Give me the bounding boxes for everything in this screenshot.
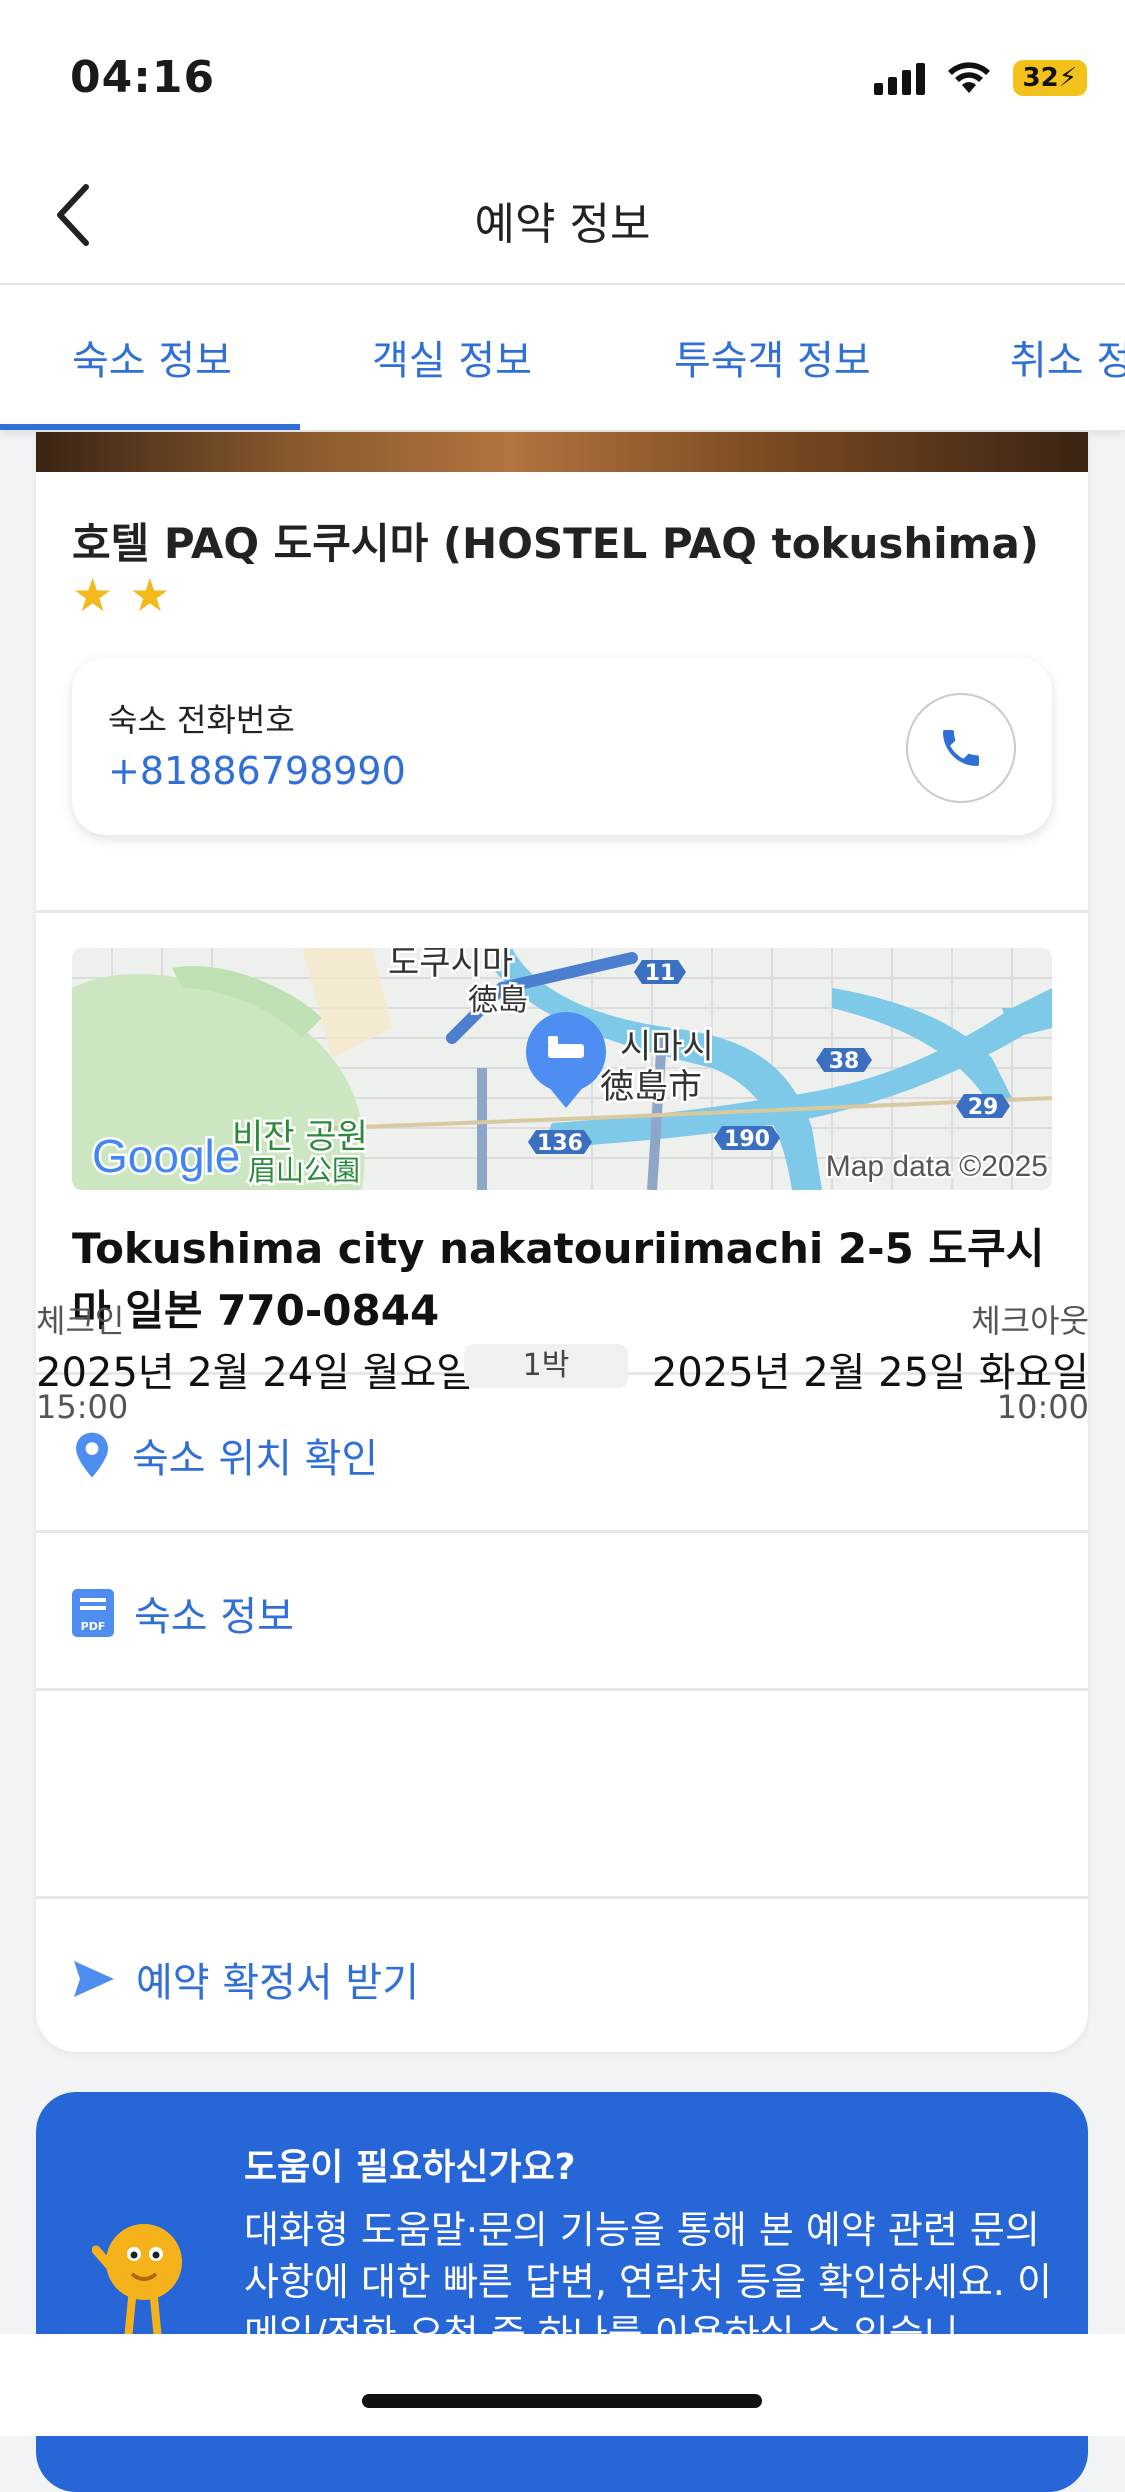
hotel-name: 호텔 PAQ 도쿠시마 (HOSTEL PAQ tokushima) <box>72 519 1039 568</box>
map-label: 비잔 공원 <box>232 1117 368 1157</box>
property-info-pdf-link[interactable]: PDF 숙소 정보 <box>72 1584 294 1642</box>
top-nav-bar: 예약 정보 <box>0 150 1125 285</box>
checkout-time: 10:00 <box>996 1388 1089 1426</box>
star-icon: ★ <box>129 568 171 622</box>
checkin-time: 15:00 <box>36 1388 129 1426</box>
view-location-label: 숙소 위치 확인 <box>132 1436 379 1482</box>
road-number: 38 <box>829 1049 860 1074</box>
checkin-label: 체크인 <box>36 1302 125 1340</box>
map-label: 徳島市 <box>600 1067 702 1107</box>
status-time: 04:16 <box>70 52 216 103</box>
tab-guest-info[interactable]: 투숙객 정보 <box>674 328 871 386</box>
tab-room-info[interactable]: 객실 정보 <box>372 328 532 386</box>
cellular-signal-icon <box>873 61 925 95</box>
divider <box>36 1896 1088 1899</box>
bottom-safe-area <box>0 2334 1125 2436</box>
phone-panel: 숙소 전화번호 +81886798990 <box>72 657 1052 835</box>
location-pin-icon <box>76 1432 108 1478</box>
road-number: 11 <box>645 961 676 986</box>
phone-number-link[interactable]: +81886798990 <box>108 749 406 793</box>
wifi-icon <box>947 62 990 93</box>
send-arrow-icon <box>74 1961 114 1997</box>
map-attribution: Map data ©2025 <box>826 1150 1048 1183</box>
view-location-link[interactable]: 숙소 위치 확인 <box>72 1426 378 1484</box>
star-rating: ★ ★ <box>72 572 171 618</box>
get-confirmation-label: 예약 확정서 받기 <box>136 1960 420 2006</box>
get-confirmation-link[interactable]: 예약 확정서 받기 <box>72 1950 419 2008</box>
divider <box>36 1530 1088 1533</box>
road-number: 136 <box>537 1131 583 1156</box>
map-label: 眉山公園 <box>248 1154 360 1187</box>
phone-label: 숙소 전화번호 <box>108 701 295 739</box>
hotel-photo <box>36 432 1088 472</box>
mascot-icon <box>92 2224 182 2344</box>
road-number: 29 <box>968 1095 999 1120</box>
battery-icon: 32⚡ <box>1012 60 1087 96</box>
hotel-address: Tokushima city nakatouriimachi 2-5 도쿠시마 … <box>72 1224 1045 1335</box>
property-card: 호텔 PAQ 도쿠시마 (HOSTEL PAQ tokushima) ★ ★ 숙… <box>36 432 1088 2052</box>
page-title: 예약 정보 <box>474 199 651 250</box>
property-info-label: 숙소 정보 <box>134 1594 294 1640</box>
map-label: 시마시 <box>620 1027 714 1067</box>
checkout-label: 체크아웃 <box>971 1302 1089 1340</box>
divider <box>36 910 1088 913</box>
divider <box>36 1688 1088 1691</box>
road-number: 190 <box>724 1127 770 1152</box>
map-label: 도쿠시마 <box>388 948 513 983</box>
phone-icon <box>943 730 979 766</box>
map-label: 徳島 <box>468 983 528 1018</box>
home-indicator[interactable] <box>362 2394 762 2408</box>
star-icon: ★ <box>72 568 114 622</box>
tab-bar: 숙소 정보 객실 정보 투숙객 정보 취소 정 <box>0 285 1125 430</box>
help-title: 도움이 필요하신가요? <box>244 2147 576 2188</box>
tab-property-info[interactable]: 숙소 정보 <box>72 328 232 386</box>
call-button[interactable] <box>906 693 1016 803</box>
active-tab-indicator <box>0 424 300 430</box>
status-bar: 04:16 32⚡ <box>0 0 1125 150</box>
tab-cancellation[interactable]: 취소 정 <box>1010 328 1125 386</box>
status-icons: 32⚡ <box>873 60 1087 96</box>
battery-level: 32 <box>1022 63 1059 93</box>
svg-text:PDF: PDF <box>81 1620 106 1633</box>
map-preview[interactable]: 11 38 29 136 190 도쿠시마 徳島 시마시 徳島市 비잔 공원 眉… <box>72 948 1052 1190</box>
nights-badge: 1박 <box>464 1344 628 1388</box>
pdf-document-icon: PDF <box>72 1589 114 1637</box>
google-logo: Google <box>92 1130 240 1182</box>
